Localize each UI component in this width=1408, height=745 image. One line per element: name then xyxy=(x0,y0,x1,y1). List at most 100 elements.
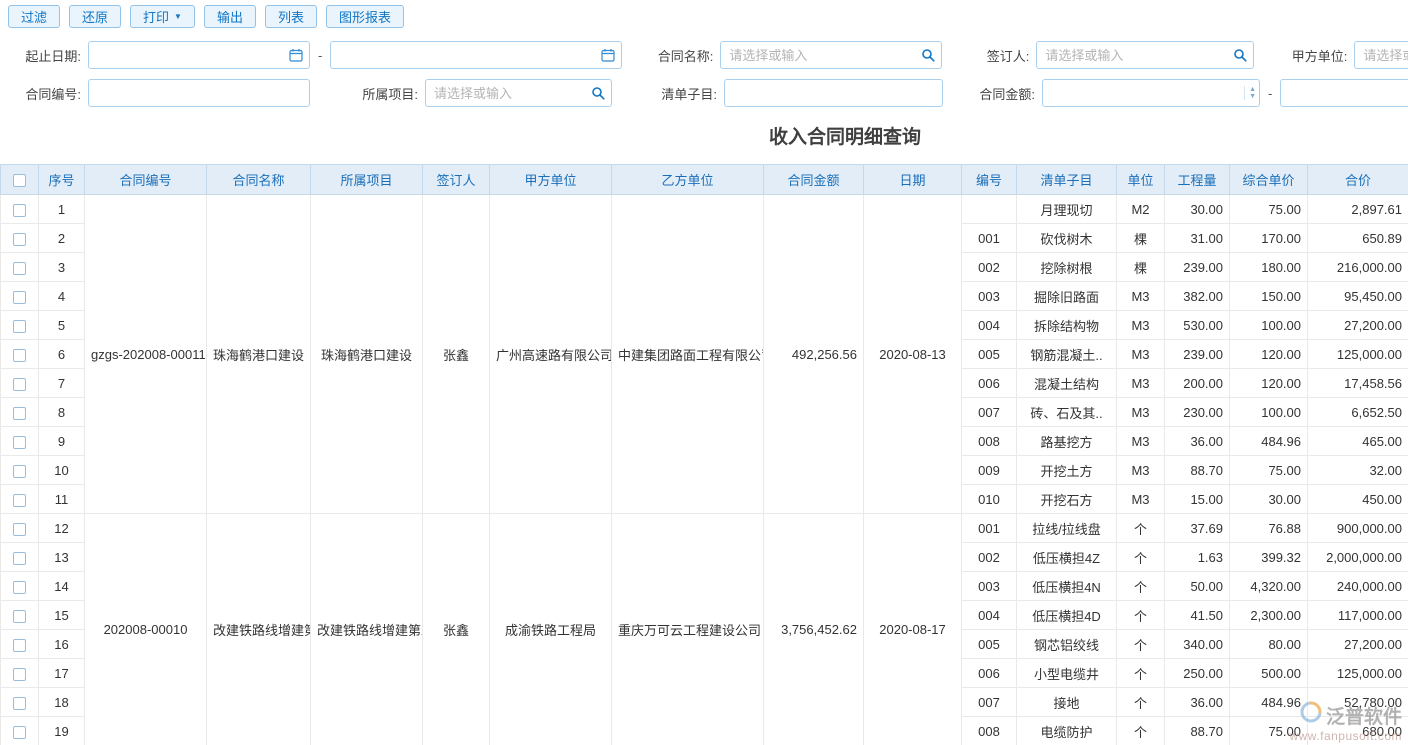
item-price-cell: 484.96 xyxy=(1230,427,1308,456)
list-item-input[interactable] xyxy=(725,81,942,105)
col-header-total[interactable]: 合价 xyxy=(1308,165,1408,195)
signer-link[interactable]: 张鑫 xyxy=(423,195,490,514)
filter-button[interactable]: 过滤 xyxy=(8,5,60,28)
project-field[interactable] xyxy=(425,79,612,107)
row-checkbox[interactable] xyxy=(13,726,26,739)
contract-name-input[interactable] xyxy=(721,43,941,67)
row-checkbox[interactable] xyxy=(13,262,26,275)
col-header-project[interactable]: 所属项目 xyxy=(311,165,423,195)
item-price-cell: 399.32 xyxy=(1230,543,1308,572)
col-header-price[interactable]: 综合单价 xyxy=(1230,165,1308,195)
row-checkbox[interactable] xyxy=(13,378,26,391)
col-header-party-a[interactable]: 甲方单位 xyxy=(490,165,612,195)
party-a-field[interactable] xyxy=(1354,41,1408,69)
row-checkbox[interactable] xyxy=(13,320,26,333)
item-unit-cell: M3 xyxy=(1117,456,1165,485)
search-icon[interactable] xyxy=(591,86,605,100)
row-checkbox[interactable] xyxy=(13,610,26,623)
amount-min-field[interactable]: ▲▼ xyxy=(1042,79,1260,107)
row-checkbox[interactable] xyxy=(13,639,26,652)
select-all-checkbox[interactable] xyxy=(13,174,26,187)
row-checkbox[interactable] xyxy=(13,668,26,681)
calendar-icon[interactable] xyxy=(601,48,615,62)
item-code-cell: 010 xyxy=(962,485,1017,514)
project-input[interactable] xyxy=(426,81,611,105)
party-a-link[interactable]: 广州高速路有限公司 xyxy=(490,195,612,514)
row-checkbox[interactable] xyxy=(13,697,26,710)
amount-stepper[interactable]: ▲▼ xyxy=(1244,86,1256,100)
project-link[interactable]: 珠海鹤港口建设 xyxy=(311,195,423,514)
item-code-cell: 007 xyxy=(962,398,1017,427)
amount-min-input[interactable] xyxy=(1043,81,1259,105)
search-icon[interactable] xyxy=(921,48,935,62)
project-link[interactable]: 改建铁路线增建第二线 xyxy=(311,514,423,745)
stepper-up-icon[interactable]: ▲ xyxy=(1249,86,1256,93)
seq-cell: 2 xyxy=(39,224,85,253)
col-header-seq[interactable]: 序号 xyxy=(39,165,85,195)
restore-button-label: 还原 xyxy=(82,7,108,26)
end-date-field[interactable] xyxy=(330,41,622,69)
col-header-item-name[interactable]: 清单子目 xyxy=(1017,165,1117,195)
end-date-input[interactable] xyxy=(331,43,621,67)
party-a-link[interactable]: 成渝铁路工程局 xyxy=(490,514,612,745)
col-header-contract-code[interactable]: 合同编号 xyxy=(85,165,207,195)
col-header-item-code[interactable]: 编号 xyxy=(962,165,1017,195)
item-name-cell: 月理现切 xyxy=(1017,195,1117,224)
contract-name-link[interactable]: 珠海鹤港口建设 xyxy=(207,195,311,514)
signer-input[interactable] xyxy=(1037,43,1253,67)
contract-name-link[interactable]: 改建铁路线增建第二线 xyxy=(207,514,311,745)
item-code-cell: 003 xyxy=(962,572,1017,601)
row-checkbox[interactable] xyxy=(13,407,26,420)
contract-code-link[interactable]: gzgs-202008-00011 xyxy=(85,195,207,514)
list-button[interactable]: 列表 xyxy=(265,5,317,28)
row-checkbox[interactable] xyxy=(13,494,26,507)
calendar-icon[interactable] xyxy=(289,48,303,62)
print-button[interactable]: 打印▼ xyxy=(130,5,195,28)
col-header-date[interactable]: 日期 xyxy=(864,165,962,195)
start-date-field[interactable] xyxy=(88,41,310,69)
row-checkbox[interactable] xyxy=(13,436,26,449)
row-checkbox[interactable] xyxy=(13,204,26,217)
col-header-contract-name[interactable]: 合同名称 xyxy=(207,165,311,195)
restore-button[interactable]: 还原 xyxy=(69,5,121,28)
contract-amount-cell: 492,256.56 xyxy=(764,195,864,514)
search-icon[interactable] xyxy=(1233,48,1247,62)
row-checkbox[interactable] xyxy=(13,233,26,246)
col-header-party-b[interactable]: 乙方单位 xyxy=(612,165,764,195)
item-code-cell: 004 xyxy=(962,601,1017,630)
signer-link[interactable]: 张鑫 xyxy=(423,514,490,745)
export-button[interactable]: 输出 xyxy=(204,5,256,28)
col-header-amount[interactable]: 合同金额 xyxy=(764,165,864,195)
row-checkbox[interactable] xyxy=(13,291,26,304)
start-date-input[interactable] xyxy=(89,43,309,67)
row-checkbox[interactable] xyxy=(13,465,26,478)
row-checkbox[interactable] xyxy=(13,581,26,594)
seq-cell: 5 xyxy=(39,311,85,340)
col-header-signer[interactable]: 签订人 xyxy=(423,165,490,195)
row-checkbox[interactable] xyxy=(13,552,26,565)
row-checkbox[interactable] xyxy=(13,349,26,362)
party-a-input[interactable] xyxy=(1355,43,1408,67)
col-header-unit[interactable]: 单位 xyxy=(1117,165,1165,195)
item-total-cell: 125,000.00 xyxy=(1308,659,1408,688)
item-total-cell: 52,780.00 xyxy=(1308,688,1408,717)
signer-field[interactable] xyxy=(1036,41,1254,69)
item-price-cell: 180.00 xyxy=(1230,253,1308,282)
list-item-field[interactable] xyxy=(724,79,943,107)
contract-name-field[interactable] xyxy=(720,41,942,69)
contract-code-field[interactable] xyxy=(88,79,310,107)
seq-cell: 4 xyxy=(39,282,85,311)
item-total-cell: 900,000.00 xyxy=(1308,514,1408,543)
amount-max-field[interactable] xyxy=(1280,79,1408,107)
graph-report-button[interactable]: 图形报表 xyxy=(326,5,404,28)
contract-code-link[interactable]: 202008-00010 xyxy=(85,514,207,745)
party-b-link[interactable]: 中建集团路面工程有限公司 xyxy=(612,195,764,514)
col-header-qty[interactable]: 工程量 xyxy=(1165,165,1230,195)
party-b-link[interactable]: 重庆万可云工程建设公司 xyxy=(612,514,764,745)
item-unit-cell: 个 xyxy=(1117,659,1165,688)
row-checkbox[interactable] xyxy=(13,523,26,536)
amount-max-input[interactable] xyxy=(1281,81,1408,105)
item-total-cell: 2,897.61 xyxy=(1308,195,1408,224)
stepper-down-icon[interactable]: ▼ xyxy=(1249,93,1256,100)
contract-code-input[interactable] xyxy=(89,81,309,105)
